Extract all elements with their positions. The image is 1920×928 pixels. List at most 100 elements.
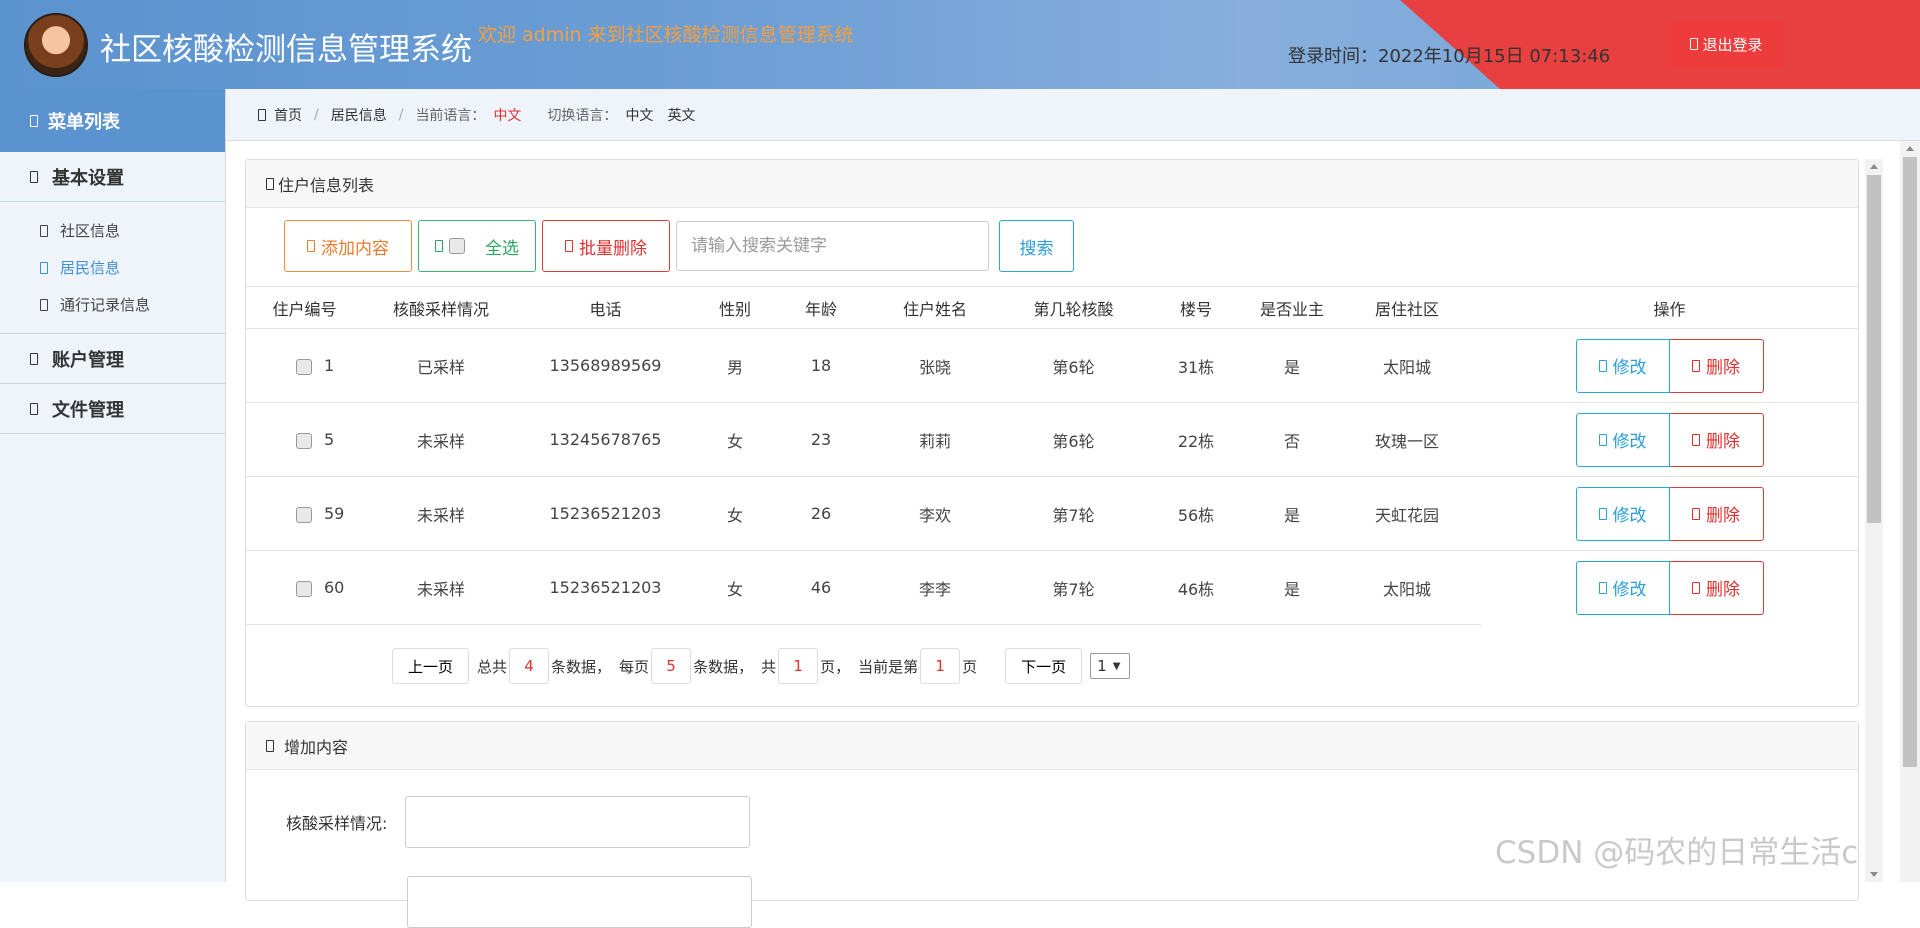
select-all-checkbox[interactable]: [449, 238, 465, 254]
settings-icon: [30, 170, 38, 183]
cell-name: 莉莉: [864, 402, 1006, 477]
document-icon: [40, 298, 48, 311]
cell-gender: 女: [692, 476, 778, 551]
cell-phone: 13245678765: [519, 402, 692, 477]
delete-button[interactable]: 删除: [1669, 412, 1764, 467]
delete-label: 删除: [1706, 580, 1740, 601]
per-page-prefix: 每页: [619, 657, 650, 676]
search-button[interactable]: 搜索: [999, 220, 1074, 272]
toolbar: 添加内容 全选 批量删除 搜索: [284, 220, 1074, 272]
row-checkbox[interactable]: [296, 358, 312, 375]
scroll-down-icon[interactable]: [1870, 872, 1878, 877]
cell-id-value: 1: [324, 356, 335, 375]
cell-actions: 修改 删除: [1481, 328, 1858, 403]
sidebar: 菜单列表 基本设置 社区信息 居民信息 通行记录信息 账户管理 文件管理: [0, 89, 226, 882]
switch-language-label: 切换语言：: [547, 107, 618, 124]
prev-page-button[interactable]: 上一页: [392, 648, 470, 684]
cell-age: 26: [778, 476, 864, 551]
edit-button[interactable]: 修改: [1575, 560, 1670, 615]
delete-label: 删除: [1706, 358, 1740, 378]
document-icon: [40, 261, 48, 274]
next-field-input[interactable]: [407, 876, 752, 928]
resident-table: 住户编号 核酸采样情况 电话 性别 年龄 住户姓名 第几轮核酸 楼号 是否业主 …: [246, 286, 1858, 625]
current-page: 1: [920, 648, 961, 684]
language-english-link[interactable]: 英文: [667, 105, 695, 125]
edit-button[interactable]: 修改: [1575, 486, 1670, 541]
column-header: 核酸采样情况: [363, 286, 519, 329]
add-content-button[interactable]: 添加内容: [284, 220, 412, 272]
cell-phone: 13568989569: [519, 328, 692, 403]
page-select-value: 1: [1097, 657, 1107, 675]
home-icon: [258, 108, 266, 121]
cell-id-value: 60: [324, 578, 345, 597]
sidebar-group-accounts[interactable]: 账户管理: [0, 334, 225, 384]
delete-button[interactable]: 删除: [1669, 486, 1764, 541]
edit-icon: [1598, 581, 1607, 594]
inner-scroll-thumb[interactable]: [1867, 175, 1881, 523]
delete-label: 删除: [1706, 432, 1740, 452]
current-suffix: 页: [962, 657, 978, 676]
page-scroll-thumb[interactable]: [1903, 157, 1917, 767]
sidebar-item-access-records[interactable]: 通行记录信息: [0, 286, 225, 323]
cell-owner: 是: [1251, 476, 1333, 551]
cell-gender: 女: [692, 550, 778, 625]
list-icon: [266, 177, 274, 190]
delete-button[interactable]: 删除: [1669, 560, 1764, 615]
cell-sample: 未采样: [363, 402, 519, 477]
current-prefix: 当前是第: [858, 657, 919, 676]
form-row: 核酸采样情况:: [286, 796, 751, 848]
sidebar-item-label: 居民信息: [60, 259, 121, 277]
cell-round: 第6轮: [1006, 328, 1141, 403]
language-chinese-link[interactable]: 中文: [625, 105, 653, 125]
total-suffix: 条数据，: [551, 657, 612, 676]
login-time-value: 2022年10月15日 07:13:46: [1378, 46, 1611, 67]
search-input[interactable]: [676, 221, 989, 271]
breadcrumb-home[interactable]: 首页: [274, 105, 302, 125]
cell-community: 太阳城: [1333, 328, 1481, 403]
welcome-text: 欢迎 admin 来到社区核酸检测信息管理系统: [478, 24, 854, 46]
batch-delete-label: 批量删除: [579, 238, 647, 259]
column-header: 操作: [1481, 286, 1858, 329]
sidebar-submenu: 社区信息 居民信息 通行记录信息: [0, 202, 225, 334]
cell-name: 张晓: [864, 328, 1006, 403]
sidebar-group-files[interactable]: 文件管理: [0, 384, 225, 434]
logout-button[interactable]: 退出登录: [1669, 21, 1784, 67]
inner-scrollbar[interactable]: [1865, 159, 1883, 882]
edit-label: 修改: [1612, 506, 1647, 526]
sidebar-item-label: 通行记录信息: [60, 296, 151, 314]
sidebar-item-community[interactable]: 社区信息: [0, 212, 225, 249]
cell-id-value: 5: [324, 430, 335, 449]
logo-avatar: [24, 13, 88, 77]
cell-sample: 未采样: [363, 476, 519, 551]
scroll-up-icon[interactable]: [1906, 146, 1914, 151]
scroll-up-icon[interactable]: [1870, 164, 1878, 169]
trash-icon: [565, 240, 573, 252]
row-checkbox[interactable]: [296, 506, 312, 523]
document-icon: [40, 224, 48, 237]
top-header: 社区核酸检测信息管理系统 欢迎 admin 来到社区核酸检测信息管理系统 登录时…: [0, 0, 1920, 89]
row-checkbox[interactable]: [296, 580, 312, 597]
sidebar-group-basic[interactable]: 基本设置: [0, 152, 225, 202]
field-label: 核酸采样情况:: [286, 814, 388, 833]
total-prefix: 总共: [477, 657, 508, 676]
next-page-button[interactable]: 下一页: [1005, 648, 1083, 684]
delete-button[interactable]: 删除: [1669, 338, 1764, 393]
batch-delete-button[interactable]: 批量删除: [542, 220, 670, 272]
cell-owner: 是: [1251, 328, 1333, 403]
plus-icon: [307, 240, 315, 252]
cell-building: 22栋: [1141, 402, 1251, 477]
cell-actions: 修改 删除: [1481, 476, 1858, 551]
cell-name: 李欢: [864, 476, 1006, 551]
select-all-button[interactable]: 全选: [418, 220, 536, 272]
sidebar-item-residents[interactable]: 居民信息: [0, 249, 225, 286]
edit-button[interactable]: 修改: [1575, 338, 1670, 393]
row-checkbox[interactable]: [296, 432, 312, 449]
cell-building: 31栋: [1141, 328, 1251, 403]
edit-button[interactable]: 修改: [1575, 412, 1670, 467]
sidebar-group-label: 账户管理: [52, 349, 124, 371]
current-language-label: 当前语言：: [415, 107, 486, 124]
page-select[interactable]: 1 ▼: [1090, 653, 1131, 679]
page-scrollbar[interactable]: [1900, 141, 1920, 882]
sample-status-input[interactable]: [405, 796, 751, 848]
cell-id: 60: [246, 550, 363, 625]
